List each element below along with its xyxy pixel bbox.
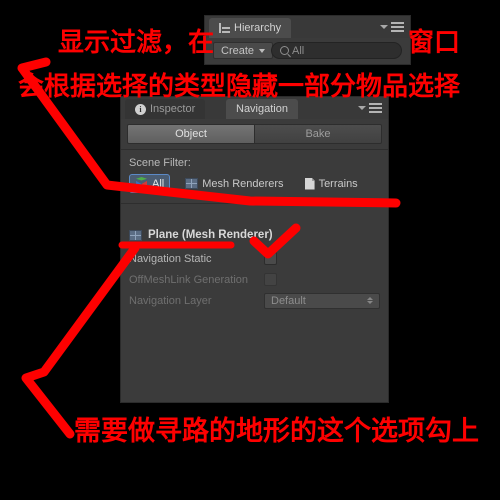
info-icon: i <box>135 103 146 115</box>
object-header: Plane (Mesh Renderer) <box>129 229 273 241</box>
property-offmeshlink-generation-label: OffMeshLink Generation <box>129 273 249 286</box>
lower-pointer-polyline <box>21 243 140 439</box>
chevron-down-icon <box>358 106 366 110</box>
annotation-top-line-1: 显示过滤，在 <box>58 28 215 58</box>
scene-filter-options: All Mesh Renderers Terrains <box>129 174 364 193</box>
panel-menu-icon[interactable] <box>358 103 382 113</box>
hierarchy-tabbar: Hierarchy <box>205 16 410 38</box>
tab-hierarchy[interactable]: Hierarchy <box>209 18 292 38</box>
navigation-mode-tabs: Object Bake <box>127 124 382 144</box>
stepper-arrows-icon <box>367 297 373 304</box>
offmeshlink-generation-checkbox[interactable] <box>264 273 277 286</box>
property-navigation-layer-label: Navigation Layer <box>129 294 212 307</box>
tab-hierarchy-label: Hierarchy <box>234 22 282 34</box>
property-navigation-static: Navigation Static <box>129 250 380 267</box>
tab-object-label: Object <box>175 128 207 140</box>
tab-bake[interactable]: Bake <box>255 124 382 144</box>
hierarchy-toolbar: Create All <box>205 38 410 64</box>
chevron-down-icon <box>259 48 266 53</box>
divider <box>121 149 388 150</box>
filter-option-mesh-renderers-label: Mesh Renderers <box>202 177 284 190</box>
filter-option-mesh-renderers[interactable]: Mesh Renderers <box>179 175 289 193</box>
tab-inspector-label: Inspector <box>150 103 196 115</box>
chevron-down-icon <box>380 25 388 29</box>
property-navigation-static-label: Navigation Static <box>129 252 212 265</box>
tab-bake-label: Bake <box>305 128 331 140</box>
property-offmeshlink-generation: OffMeshLink Generation <box>129 271 380 288</box>
filter-option-terrains[interactable]: Terrains <box>299 175 364 193</box>
tab-object[interactable]: Object <box>127 124 255 144</box>
property-navigation-layer: Navigation Layer Default <box>129 292 380 309</box>
tab-navigation-label: Navigation <box>236 103 288 115</box>
navigation-layer-dropdown[interactable]: Default <box>264 292 380 309</box>
create-button-label: Create <box>221 44 255 57</box>
filter-option-all-label: All <box>152 177 165 190</box>
screenshot-root: Hierarchy Create All i Inspector Navigat… <box>0 0 500 500</box>
filter-option-all[interactable]: All <box>129 174 171 193</box>
annotation-top-line-2: 会根据选择的类型隐藏一部分物品选择 <box>18 72 461 102</box>
scene-filter-title: Scene Filter: <box>129 157 191 169</box>
hamburger-bars-icon <box>391 22 404 32</box>
filter-option-terrains-label: Terrains <box>318 177 358 190</box>
search-icon <box>280 46 289 55</box>
mesh-renderer-icon <box>185 178 199 189</box>
hierarchy-window: Hierarchy Create All <box>205 16 410 64</box>
hierarchy-list-icon <box>219 23 230 33</box>
search-input[interactable]: All <box>271 42 402 59</box>
navigation-layer-value: Default <box>271 294 306 307</box>
mesh-renderer-icon <box>129 229 142 241</box>
hamburger-bars-icon <box>369 103 382 113</box>
cube-icon <box>135 177 148 190</box>
object-title: Plane (Mesh Renderer) <box>148 229 273 241</box>
divider <box>121 203 388 204</box>
search-placeholder: All <box>292 44 305 57</box>
create-button[interactable]: Create <box>213 42 274 59</box>
inspector-window: i Inspector Navigation Object Bake Scene… <box>121 97 388 402</box>
annotation-top-line-1b: 窗口 <box>408 28 461 58</box>
panel-menu-icon[interactable] <box>380 22 404 32</box>
terrain-icon <box>304 177 315 190</box>
navigation-static-checkbox[interactable] <box>264 252 277 265</box>
navigation-object-panel: Object Bake Scene Filter: All Mesh Rende… <box>121 119 388 402</box>
annotation-bottom-line: 需要做寻路的地形的这个选项勾上 <box>74 416 479 447</box>
